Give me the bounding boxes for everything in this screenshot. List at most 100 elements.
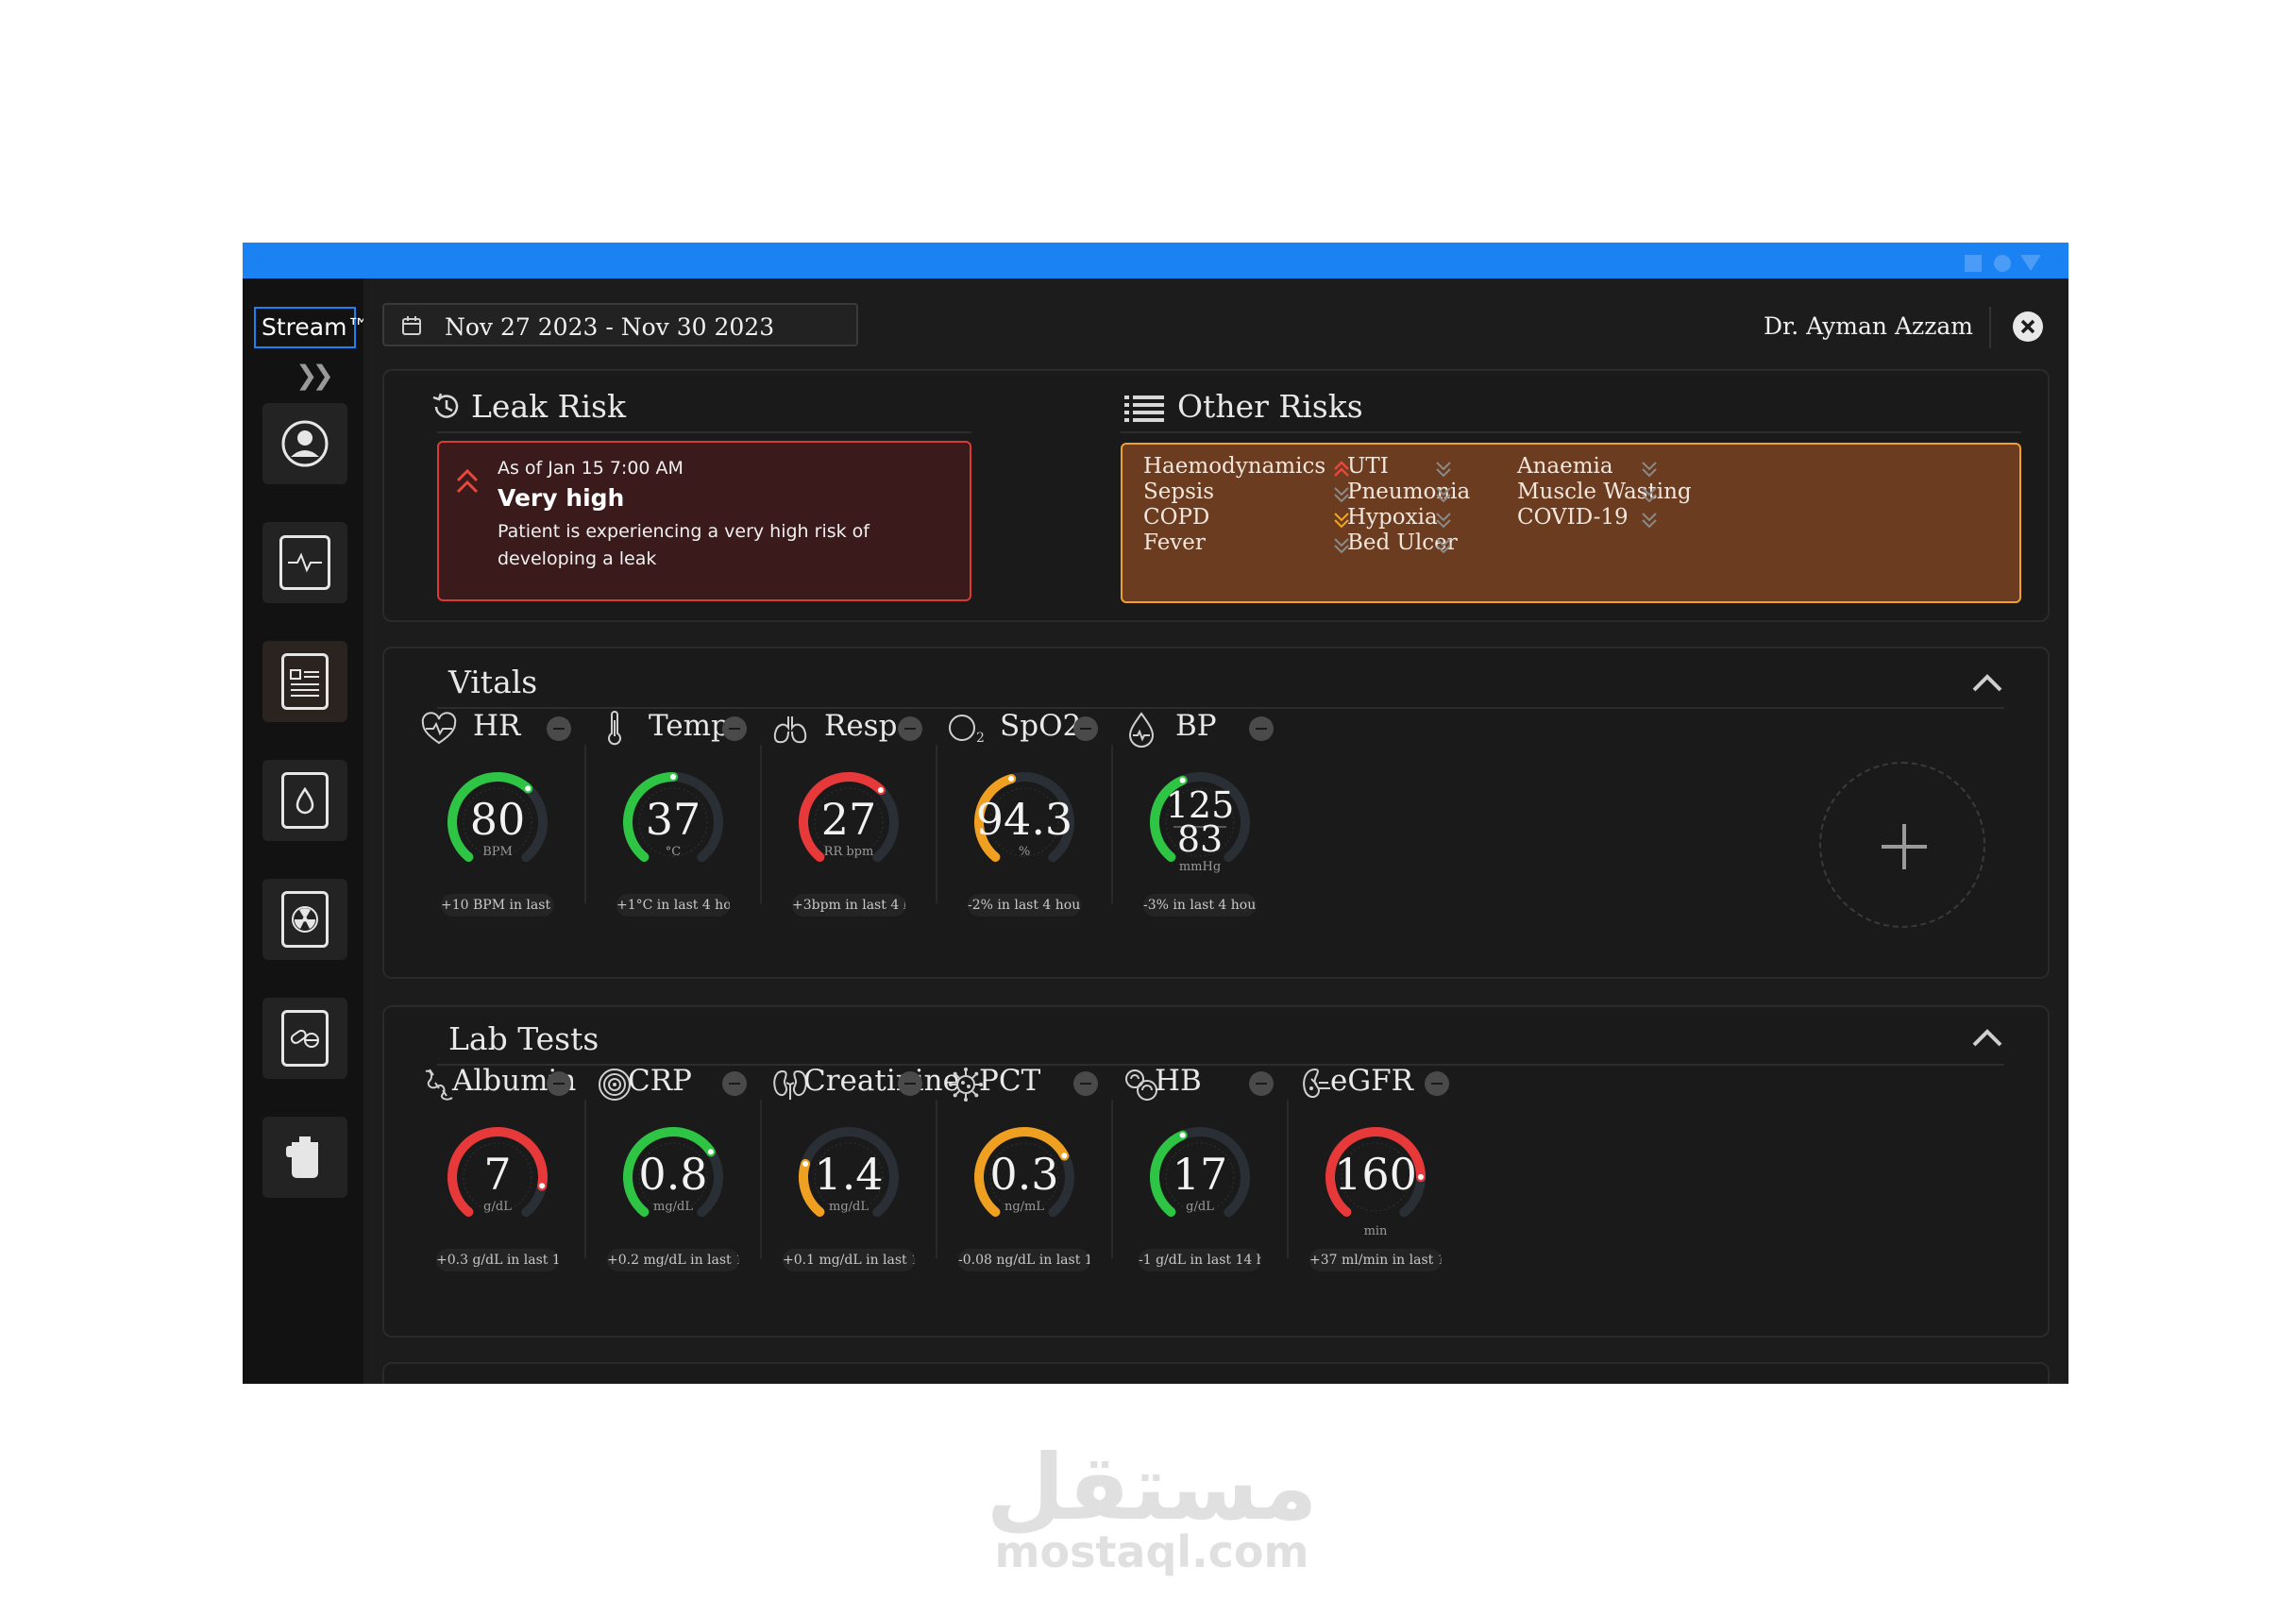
pulse-monitor-icon (279, 535, 330, 590)
risk-item-label[interactable]: Hypoxia (1347, 505, 1438, 530)
o2-icon: 2 (949, 715, 985, 746)
leak-risk-title: Leak Risk (471, 388, 626, 425)
sidebar-item-vitals[interactable] (262, 522, 347, 603)
expand-sidebar-icon[interactable]: ❯❯ (295, 360, 334, 391)
double-chevron-down-icon (1642, 487, 1657, 503)
metric-name: HB (1155, 1064, 1202, 1098)
app-logo: Stream™ (254, 307, 370, 348)
remove-metric-button[interactable] (898, 1071, 922, 1096)
lungs-icon (773, 716, 807, 744)
date-range-picker[interactable]: Nov 27 2023 - Nov 30 2023 (382, 303, 858, 346)
remove-metric-button[interactable] (898, 716, 922, 741)
gauge-unit: °C (665, 845, 682, 859)
gauge-value: 94.3 (975, 794, 1073, 845)
gauge-value: 160 (1334, 1149, 1417, 1200)
remove-metric-button[interactable] (1073, 1071, 1098, 1096)
metric-name: HR (473, 709, 521, 743)
header-divider (1989, 307, 1991, 348)
change-chip: +37 ml/min in last 14 hours (1309, 1249, 1442, 1271)
risk-item-label[interactable]: UTI (1347, 454, 1389, 479)
risk-item-label[interactable]: COVID-19 (1517, 505, 1629, 530)
change-chip: -0.08 ng/dL in last 14 hours (958, 1249, 1090, 1271)
patient-profile-icon (281, 420, 329, 467)
sidebar: Stream™ ❯❯ (243, 278, 370, 1384)
sidebar-item-fluids[interactable] (262, 760, 347, 841)
remove-metric-button[interactable] (1425, 1071, 1449, 1096)
gauge-unit: g/dL (483, 1200, 512, 1214)
sidebar-item-devices[interactable] (262, 1117, 347, 1198)
gauge-unit: RR bpm (823, 845, 874, 859)
window-triangle-icon[interactable] (2020, 255, 2041, 271)
doctor-name[interactable]: Dr. Ayman Azzam (1764, 312, 1973, 340)
remove-metric-button[interactable] (722, 716, 747, 741)
thermometer-icon (608, 711, 621, 746)
risk-item-label[interactable]: Haemodynamics (1143, 454, 1325, 479)
change-chip: +1°C in last 4 hours (616, 894, 730, 917)
window-circle-icon[interactable] (1994, 255, 2011, 272)
leak-risk-card[interactable]: As of Jan 15 7:00 AM Very high Patient i… (437, 441, 971, 601)
gauge-value: 80 (469, 794, 526, 845)
change-chip: +3bpm in last 4 hours (792, 894, 905, 917)
sidebar-item-reports[interactable] (262, 641, 347, 722)
tile-divider (936, 1100, 937, 1258)
close-icon (2020, 319, 2035, 334)
risk-item-label[interactable]: Muscle Wasting (1517, 480, 1692, 504)
tile-divider (936, 745, 937, 903)
risk-item-label[interactable]: COPD (1143, 505, 1209, 530)
change-chip: +10 BPM in last hour (441, 894, 554, 917)
gauge-value: 0.3 (989, 1149, 1059, 1200)
gauge-knob (525, 785, 532, 792)
change-chip: +0.3 g/dL in last 14 hours (436, 1249, 559, 1271)
gauge-unit: % (1018, 845, 1031, 859)
change-chip: -3% in last 4 hours (1143, 894, 1257, 917)
risk-item-label[interactable]: Sepsis (1143, 480, 1214, 504)
list-icon (1124, 396, 1164, 422)
blood-drop-icon (1128, 712, 1155, 748)
chevron-up-icon[interactable] (1970, 1026, 2004, 1049)
sidebar-item-patient[interactable] (262, 403, 347, 484)
radiation-icon (281, 891, 329, 948)
metric-name: Temp (649, 709, 730, 743)
watermark: مستقل mostaql.com (944, 1440, 1359, 1574)
remove-metric-button[interactable] (1249, 716, 1274, 741)
gauge-knob (877, 787, 884, 794)
gauge-value: 1.4 (814, 1149, 884, 1200)
tile-divider (1111, 745, 1113, 903)
gauge-value: 0.8 (638, 1149, 708, 1200)
remove-metric-button[interactable] (722, 1071, 747, 1096)
remove-metric-button[interactable] (1249, 1071, 1274, 1096)
next-panel (382, 1362, 2050, 1384)
close-button[interactable] (2013, 311, 2043, 342)
risk-item-label[interactable]: Anaemia (1517, 454, 1613, 479)
tile-divider (760, 1100, 762, 1258)
risk-item-label[interactable]: Fever (1143, 530, 1206, 555)
double-chevron-down-icon (1436, 487, 1451, 503)
tile-divider (1287, 1100, 1289, 1258)
double-chevron-up-icon (456, 468, 479, 494)
remove-metric-button[interactable] (1073, 716, 1098, 741)
lab-tests-panel: Lab Tests Albumin 7 g/dL +0.3 g/dL in last … (382, 1005, 2050, 1338)
chevron-up-icon[interactable] (1970, 671, 2004, 694)
gauge-knob (670, 774, 676, 780)
change-chip: -2% in last 4 hours (968, 894, 1081, 917)
double-chevron-down-icon (1436, 538, 1451, 554)
remove-metric-button[interactable] (547, 716, 571, 741)
double-chevron-down-icon (1436, 462, 1451, 478)
lab-tests-title: Lab Tests (448, 1020, 599, 1057)
leak-risk-description: Patient is experiencing a very high risk… (498, 521, 869, 569)
metric-name: Resp (824, 709, 898, 743)
gauge-unit: g/dL (1186, 1200, 1214, 1214)
change-chip: -1 g/dL in last 14 hours (1139, 1249, 1261, 1271)
gauge-unit: ng/mL (1004, 1200, 1045, 1214)
gauge-value: 17 (1172, 1149, 1228, 1200)
watermark-latin: mostaql.com (994, 1526, 1309, 1577)
sidebar-item-medications[interactable] (262, 998, 347, 1079)
window-square-icon[interactable] (1965, 255, 1982, 272)
metric-name: BP (1175, 709, 1217, 743)
gauge-knob (1179, 777, 1186, 783)
sidebar-item-radiology[interactable] (262, 879, 347, 960)
add-vital-button[interactable] (1819, 762, 1985, 928)
other-risks-card: Haemodynamics Sepsis COPD Fever UTI Pneumonia… (1121, 443, 2021, 603)
remove-metric-button[interactable] (547, 1071, 571, 1096)
drop-icon (281, 772, 329, 829)
